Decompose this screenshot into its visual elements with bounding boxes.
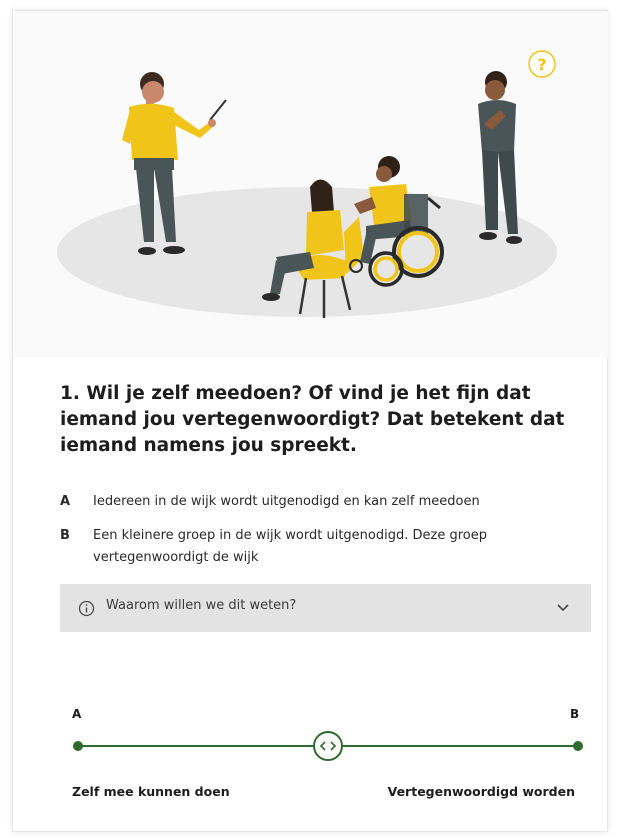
scale-right-label: Vertegenwoordigd worden (387, 784, 575, 799)
chevron-down-icon[interactable] (556, 602, 570, 614)
scale-left-letter: A (72, 707, 82, 721)
info-circle-icon (78, 600, 95, 617)
classroom-illustration: ? (14, 12, 608, 357)
question-card: ? 1. Wil je zelf meedoen? Of vind je het… (12, 10, 608, 832)
slider-right-end (573, 741, 583, 751)
option-a-letter: A (60, 494, 71, 509)
option-b-letter: B (60, 528, 70, 543)
option-b-text: Een kleinere groep in de wijk wordt uitg… (93, 528, 487, 565)
preference-slider[interactable] (68, 726, 588, 766)
thinking-person-figure (478, 50, 556, 244)
scale-left-label: Zelf mee kunnen doen (72, 784, 230, 799)
slider-handle[interactable] (313, 731, 343, 761)
why-accordion[interactable]: Waarom willen we dit weten? (60, 584, 591, 632)
question-bubble-text: ? (537, 55, 546, 74)
scale-right-letter: B (570, 707, 580, 721)
option-a-text: Iedereen in de wijk wordt uitgenodigd en… (93, 494, 480, 509)
accordion-label: Waarom willen we dit weten? (106, 598, 297, 613)
question-heading: 1. Wil je zelf meedoen? Of vind je het f… (60, 383, 565, 456)
slider-left-end (73, 741, 83, 751)
